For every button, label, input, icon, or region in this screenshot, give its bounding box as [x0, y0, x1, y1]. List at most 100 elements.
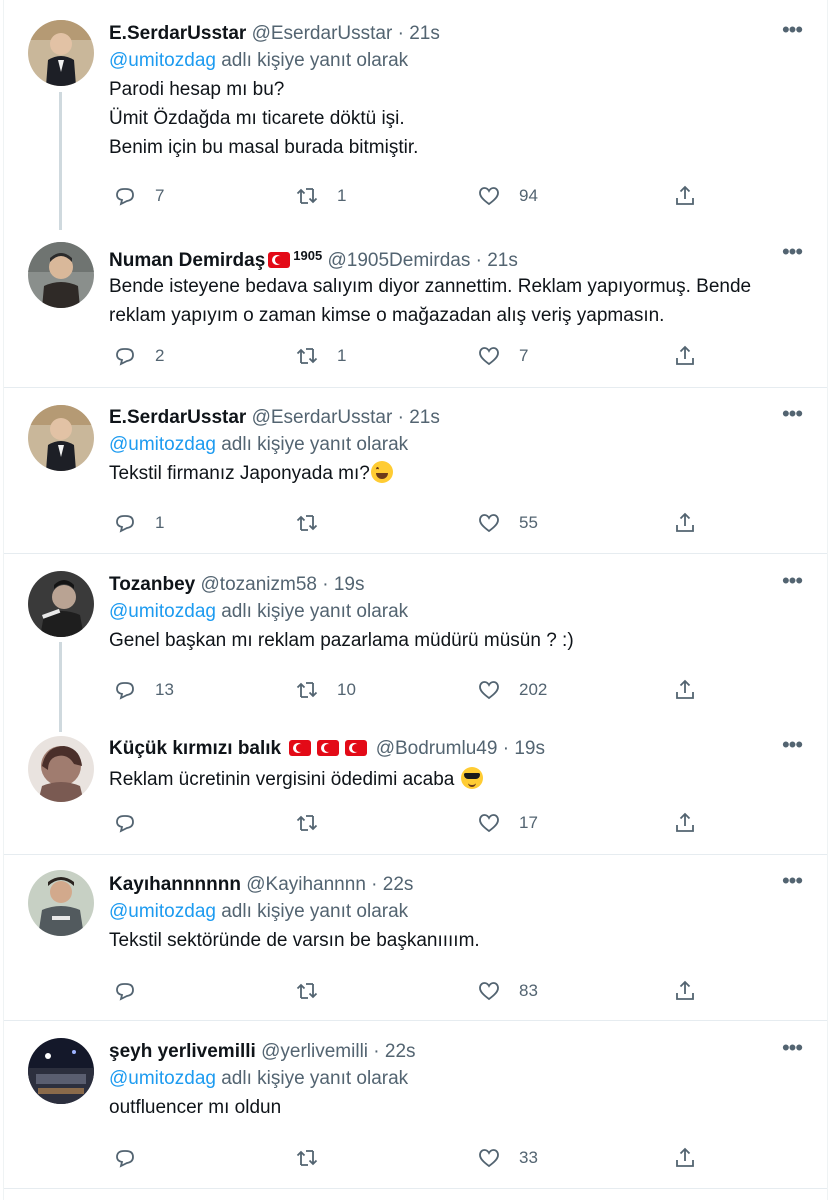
share-icon	[676, 512, 694, 532]
author-handle[interactable]: @Bodrumlu49	[376, 738, 498, 759]
more-icon[interactable]: •••	[777, 1037, 807, 1065]
like-icon	[479, 187, 499, 206]
author-name[interactable]: E.SerdarUsstar	[109, 23, 246, 44]
tweet[interactable]: E.SerdarUsstar @EserdarUsstar · 21s ••• …	[4, 0, 827, 230]
reply-prefix: adlı kişiye yanıt olarak	[221, 50, 409, 71]
author-handle[interactable]: @EserdarUsstar	[252, 407, 393, 428]
avatar[interactable]	[28, 736, 94, 802]
author-name[interactable]: Tozanbey	[109, 574, 195, 595]
share-button[interactable]	[673, 976, 697, 1006]
more-icon[interactable]: •••	[777, 870, 807, 898]
mention-link[interactable]: @umitozdag	[109, 601, 216, 622]
tweet-text-line: Ümit Özdağda mı ticarete döktü işi.	[109, 108, 405, 129]
action-bar: 7 1 94	[109, 181, 807, 211]
more-icon[interactable]: •••	[777, 241, 807, 269]
retweet-button[interactable]	[295, 808, 337, 838]
timeline: E.SerdarUsstar @EserdarUsstar · 21s ••• …	[3, 0, 828, 1200]
timestamp[interactable]: 22s	[383, 874, 414, 895]
timestamp[interactable]: 19s	[334, 574, 365, 595]
share-button[interactable]	[673, 508, 697, 538]
like-button[interactable]: 202	[477, 675, 547, 705]
retweet-count: 1	[337, 346, 347, 365]
tweet-text-line: Benim için bu masal burada bitmiştir.	[109, 137, 419, 158]
reply-context: @umitozdag adlı kişiye yanıt olarak	[109, 898, 807, 926]
action-bar: 2 1 7	[109, 341, 807, 371]
reply-button[interactable]	[113, 808, 155, 838]
tweet[interactable]: Kayıhannnnnn @Kayihannnn · 22s ••• @umit…	[4, 855, 827, 1020]
reply-count: 7	[155, 186, 165, 205]
author-name[interactable]: Küçük kırmızı balık	[109, 738, 281, 759]
more-icon[interactable]: •••	[777, 570, 807, 598]
mention-link[interactable]: @umitozdag	[109, 434, 216, 455]
tweet[interactable]: E.SerdarUsstar @EserdarUsstar · 21s ••• …	[4, 388, 827, 553]
turkish-flag-icon	[345, 740, 368, 756]
avatar[interactable]	[28, 870, 94, 936]
author-name[interactable]: Numan Demirdaş	[109, 250, 265, 271]
author-name[interactable]: E.SerdarUsstar	[109, 407, 246, 428]
like-icon	[479, 1149, 499, 1168]
avatar[interactable]	[28, 405, 94, 471]
share-button[interactable]	[673, 341, 697, 371]
reply-button[interactable]	[113, 1143, 155, 1173]
reply-icon	[116, 515, 134, 533]
reply-button[interactable]: 1	[113, 508, 164, 538]
author-handle[interactable]: @yerlivemilli	[261, 1041, 368, 1062]
author-name[interactable]: şeyh yerlivemilli	[109, 1041, 256, 1062]
tweet-text-line: Reklam ücretinin vergisini ödedimi acaba	[109, 769, 455, 790]
author-handle[interactable]: @1905Demirdas	[327, 250, 470, 271]
timestamp[interactable]: 19s	[514, 738, 545, 759]
tweet-text: Bende isteyene bedava salıyım diyor zann…	[109, 272, 807, 330]
divider	[4, 1188, 827, 1189]
tweet[interactable]: Tozanbey @tozanizm58 · 19s ••• @umitozda…	[4, 554, 827, 732]
action-bar: 1 55	[109, 508, 807, 538]
tweet[interactable]: Numan Demirdaş 1905 @1905Demirdas · 21s •…	[4, 225, 827, 387]
like-icon	[479, 347, 499, 366]
reply-prefix: adlı kişiye yanıt olarak	[221, 1068, 409, 1089]
retweet-button[interactable]: 1	[295, 181, 346, 211]
mention-link[interactable]: @umitozdag	[109, 50, 216, 71]
share-button[interactable]	[673, 675, 697, 705]
like-button[interactable]: 17	[477, 808, 538, 838]
author-handle[interactable]: @Kayihannnn	[246, 874, 366, 895]
like-button[interactable]: 55	[477, 508, 538, 538]
author-handle[interactable]: @tozanizm58	[201, 574, 317, 595]
author-handle[interactable]: @EserdarUsstar	[252, 23, 393, 44]
retweet-button[interactable]	[295, 1143, 337, 1173]
like-button[interactable]: 94	[477, 181, 538, 211]
author-name[interactable]: Kayıhannnnnn	[109, 874, 241, 895]
reply-button[interactable]	[113, 976, 155, 1006]
retweet-button[interactable]	[295, 976, 337, 1006]
reply-button[interactable]: 13	[113, 675, 174, 705]
share-icon	[676, 1147, 694, 1167]
avatar[interactable]	[28, 20, 94, 86]
reply-prefix: adlı kişiye yanıt olarak	[221, 434, 409, 455]
mention-link[interactable]: @umitozdag	[109, 1068, 216, 1089]
share-button[interactable]	[673, 1143, 697, 1173]
mention-link[interactable]: @umitozdag	[109, 901, 216, 922]
timestamp[interactable]: 21s	[409, 407, 440, 428]
avatar[interactable]	[28, 242, 94, 308]
tweet[interactable]: şeyh yerlivemilli @yerlivemilli · 22s ••…	[4, 1021, 827, 1191]
timestamp[interactable]: 21s	[487, 250, 518, 271]
share-button[interactable]	[673, 808, 697, 838]
retweet-icon	[296, 682, 318, 698]
reply-count: 13	[155, 680, 174, 699]
timestamp[interactable]: 21s	[409, 23, 440, 44]
reply-button[interactable]: 7	[113, 181, 164, 211]
more-icon[interactable]: •••	[777, 403, 807, 431]
like-button[interactable]: 83	[477, 976, 538, 1006]
avatar[interactable]	[28, 571, 94, 637]
retweet-button[interactable]: 10	[295, 675, 356, 705]
like-button[interactable]: 7	[477, 341, 528, 371]
like-button[interactable]: 33	[477, 1143, 538, 1173]
retweet-button[interactable]	[295, 508, 337, 538]
tweet[interactable]: Küçük kırmızı balık @Bodrumlu49 · 19s ••…	[4, 726, 827, 854]
timestamp[interactable]: 22s	[385, 1041, 416, 1062]
retweet-button[interactable]: 1	[295, 341, 346, 371]
avatar[interactable]	[28, 1038, 94, 1104]
tweet-text-line: Tekstil firmanız Japonyada mı?	[109, 463, 370, 484]
reply-button[interactable]: 2	[113, 341, 164, 371]
share-button[interactable]	[673, 181, 697, 211]
more-icon[interactable]: •••	[777, 19, 807, 47]
more-icon[interactable]: •••	[777, 734, 807, 762]
